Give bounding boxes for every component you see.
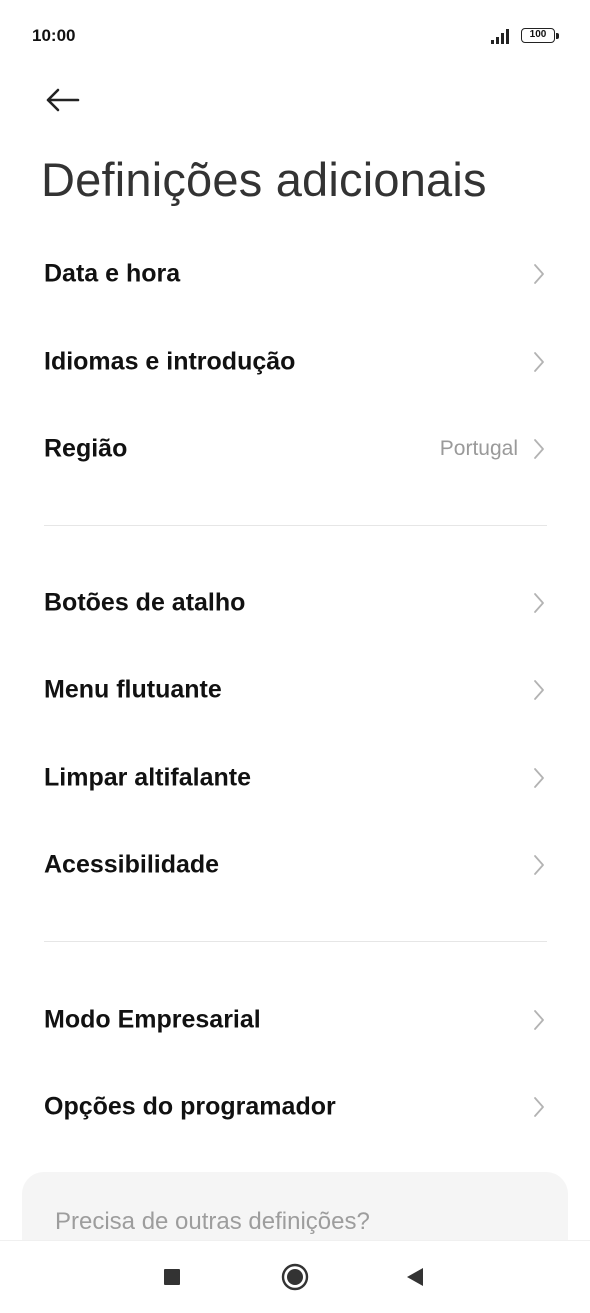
help-card-text: Precisa de outras definições? [55, 1208, 370, 1235]
settings-item-label: Botões de atalho [44, 588, 246, 617]
nav-back-button[interactable] [393, 1257, 437, 1297]
back-button[interactable] [40, 80, 84, 120]
settings-item-label: Idiomas e introdução [44, 347, 296, 376]
settings-item-label: Opções do programador [44, 1092, 336, 1121]
battery-icon: 100 [521, 28, 555, 43]
settings-item-label: Data e hora [44, 259, 181, 288]
signal-icon [491, 29, 509, 44]
settings-item-label: Limpar altifalante [44, 763, 251, 792]
settings-item-idiomas[interactable]: Idiomas e introdução [0, 318, 590, 406]
home-button[interactable] [273, 1257, 317, 1297]
triangle-back-icon [407, 1268, 423, 1286]
chevron-right-icon [534, 1010, 544, 1030]
chevron-right-icon [534, 352, 544, 372]
settings-item-value: Portugal [439, 437, 518, 460]
chevron-right-icon [534, 680, 544, 700]
settings-item-label: Acessibilidade [44, 850, 220, 879]
chevron-right-icon [534, 855, 544, 875]
section-divider [44, 525, 547, 526]
circle-icon [281, 1263, 309, 1291]
settings-item-label: Menu flutuante [44, 675, 222, 704]
settings-item-acessibilidade[interactable]: Acessibilidade [0, 821, 590, 909]
settings-item-opcoes-do-programador[interactable]: Opções do programador [0, 1063, 590, 1151]
square-icon [164, 1269, 180, 1285]
chevron-right-icon [534, 439, 544, 459]
recents-button[interactable] [150, 1257, 194, 1297]
page-title: Definições adicionais [41, 153, 487, 206]
settings-item-botoes-de-atalho[interactable]: Botões de atalho [0, 559, 590, 647]
settings-item-regiao[interactable]: Região Portugal [0, 405, 590, 493]
settings-item-data-e-hora[interactable]: Data e hora [0, 230, 590, 318]
settings-item-label: Região [44, 434, 128, 463]
chevron-right-icon [534, 264, 544, 284]
settings-item-modo-empresarial[interactable]: Modo Empresarial [0, 976, 590, 1064]
status-time: 10:00 [32, 26, 76, 45]
arrow-left-icon [46, 88, 80, 112]
chevron-right-icon [534, 768, 544, 788]
chevron-right-icon [534, 593, 544, 613]
battery-level: 100 [529, 29, 547, 40]
status-bar: 10:00 100 [0, 0, 590, 72]
settings-item-menu-flutuante[interactable]: Menu flutuante [0, 646, 590, 734]
chevron-right-icon [534, 1097, 544, 1117]
settings-item-limpar-altifalante[interactable]: Limpar altifalante [0, 734, 590, 822]
battery-tip [556, 33, 559, 39]
section-divider [44, 941, 547, 942]
system-nav-bar [0, 1240, 590, 1313]
settings-item-label: Modo Empresarial [44, 1005, 261, 1034]
